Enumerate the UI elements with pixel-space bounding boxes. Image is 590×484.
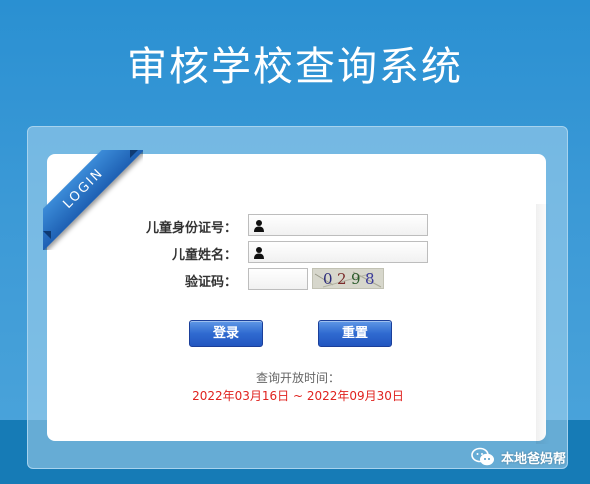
child-name-label: 儿童姓名： <box>171 248 237 263</box>
query-period-label: 查询开放时间： <box>255 371 340 385</box>
reset-button[interactable]: 重置 <box>318 320 392 347</box>
card-fold-shadow <box>536 204 550 444</box>
id-number-input[interactable] <box>248 214 428 236</box>
captcha-digit: 9 <box>351 270 361 288</box>
captcha-label: 验证码： <box>184 275 237 290</box>
captcha-digit: 2 <box>337 270 347 288</box>
ribbon-fold <box>130 150 138 158</box>
user-icon <box>254 247 264 259</box>
page-title: 审核学校查询系统 <box>127 44 463 90</box>
ribbon-fold <box>43 231 51 239</box>
login-button[interactable]: 登录 <box>189 320 263 347</box>
captcha-digit: 0 <box>323 270 333 288</box>
captcha-image[interactable]: 0 2 9 8 <box>312 268 384 289</box>
captcha-digit: 8 <box>365 270 375 288</box>
id-number-label: 儿童身份证号： <box>145 221 237 236</box>
query-period-value: 2022年03月16日 ~ 2022年09月30日 <box>192 389 404 403</box>
captcha-input[interactable] <box>248 268 308 290</box>
child-name-input[interactable] <box>248 241 428 263</box>
wechat-icon <box>471 447 494 466</box>
watermark-text: 本地爸妈帮 <box>501 452 567 467</box>
user-icon <box>254 220 264 232</box>
